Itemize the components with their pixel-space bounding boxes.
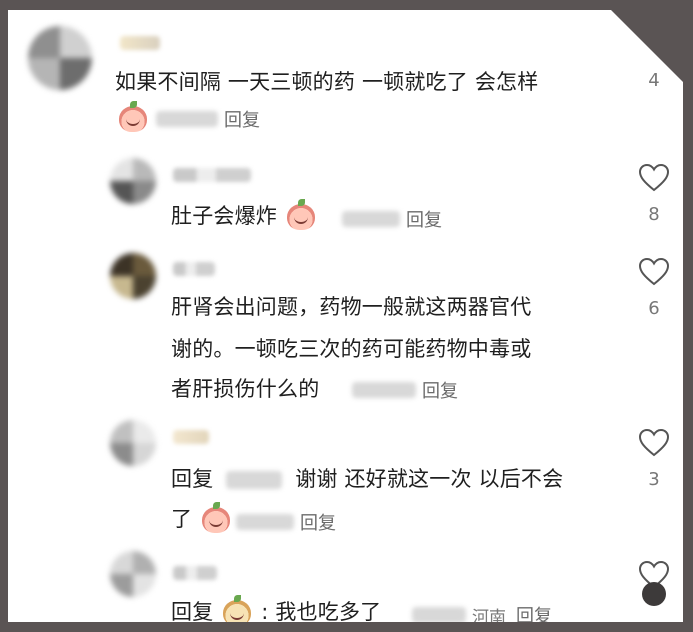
reply-button[interactable]: 回复 — [422, 377, 458, 403]
comment-meta: 河南 回复 — [406, 602, 552, 622]
like-count: 6 — [648, 298, 660, 319]
avatar[interactable] — [110, 551, 156, 597]
avatar[interactable] — [110, 253, 156, 299]
reply-button[interactable]: 回复 — [406, 206, 442, 232]
avatar[interactable] — [110, 158, 156, 204]
like-count: 4 — [648, 70, 660, 91]
timestamp — [352, 382, 416, 398]
comment-meta: 回复 — [346, 377, 458, 403]
comment-meta: 回复 — [116, 101, 260, 132]
timestamp — [342, 211, 400, 227]
comment-text-line: 谢的。一顿吃三次的药可能药物中毒或 — [171, 337, 532, 361]
comment-text-line: 回复 : 我也吃多了 — [171, 594, 381, 622]
avatar[interactable] — [28, 26, 92, 90]
floating-button[interactable] — [642, 582, 666, 606]
reply-button[interactable]: 回复 — [300, 509, 336, 535]
comment-text-content: : 我也吃多了 — [261, 600, 382, 622]
heart-icon[interactable] — [638, 257, 670, 287]
comment-text-line: 者肝损伤什么的 — [171, 371, 319, 407]
comment-text-content: 肚子会爆炸 — [171, 204, 277, 228]
username[interactable] — [120, 36, 160, 50]
reply-button[interactable]: 回复 — [224, 106, 260, 132]
timestamp — [156, 111, 218, 127]
timestamp — [236, 514, 294, 530]
username[interactable] — [173, 262, 215, 276]
comment-text-line: 了 — [171, 501, 233, 537]
comment-text-content: 谢谢 还好就这一次 以后不会 — [295, 467, 564, 491]
like-count: 3 — [648, 469, 660, 490]
comment-text-content: 了 — [171, 507, 193, 531]
username[interactable] — [173, 566, 217, 580]
comment-meta: 回复 — [336, 206, 442, 232]
username[interactable] — [173, 430, 209, 444]
heart-icon[interactable] — [638, 163, 670, 193]
like-count: 8 — [648, 204, 660, 225]
comment-meta: 回复 — [230, 509, 336, 535]
noodle-emoji — [223, 595, 252, 622]
crying-peach-emoji — [202, 502, 231, 533]
reply-prefix: 回复 — [171, 600, 214, 622]
location: 河南 — [472, 607, 506, 623]
username[interactable] — [173, 168, 251, 182]
comment-text: 肚子会爆炸 — [171, 198, 318, 234]
avatar[interactable] — [110, 420, 156, 466]
comment-text-content: 者肝损伤什么的 — [171, 377, 320, 401]
comment-text: 如果不间隔 一天三顿的药 一顿就吃了 会怎样 — [115, 70, 539, 94]
crying-peach-emoji — [286, 199, 315, 230]
reply-button[interactable]: 回复 — [516, 602, 552, 622]
crying-peach-emoji — [119, 101, 147, 132]
comment-text-line: 肝肾会出问题，药物一般就这两器官代 — [171, 295, 532, 319]
comment-text-line: 回复 谢谢 还好就这一次 以后不会 — [171, 461, 563, 497]
timestamp — [412, 607, 466, 622]
comment-card: 如果不间隔 一天三顿的药 一顿就吃了 会怎样 回复 4 肚子会爆炸 回复 8 肝… — [8, 10, 683, 622]
mentioned-user[interactable] — [226, 471, 283, 489]
heart-icon[interactable] — [638, 428, 670, 458]
reply-prefix: 回复 — [171, 467, 214, 491]
